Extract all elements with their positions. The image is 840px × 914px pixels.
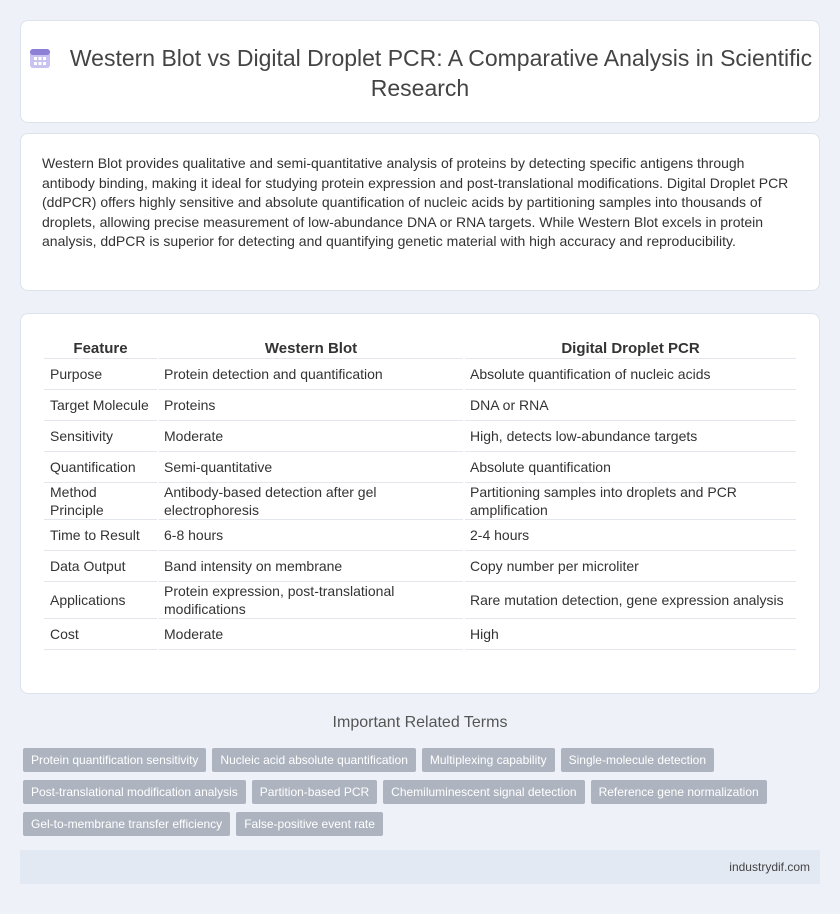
western-blot-cell: Protein detection and quantification [159,359,463,390]
ddpcr-cell: DNA or RNA [465,390,796,421]
western-blot-cell: Semi-quantitative [159,452,463,483]
related-terms-list: Protein quantification sensitivity Nucle… [23,748,813,836]
related-term-tag[interactable]: Post-translational modification analysis [23,780,246,804]
feature-cell: Time to Result [44,520,157,551]
ddpcr-cell: 2-4 hours [465,520,796,551]
footer-site-link[interactable]: industrydif.com [729,860,810,874]
ddpcr-cell: High [465,619,796,650]
page-title-text: Western Blot vs Digital Droplet PCR: A C… [69,45,813,101]
comparison-card: Feature Western Blot Digital Droplet PCR… [20,313,820,694]
related-term-tag[interactable]: Partition-based PCR [251,780,378,804]
related-term-tag[interactable]: Reference gene normalization [590,780,767,804]
summary-text: Western Blot provides qualitative and se… [42,155,789,249]
western-blot-cell: Protein expression, post-translational m… [159,582,463,619]
calendar-grid-icon [29,49,50,68]
western-blot-cell: Proteins [159,390,463,421]
table-row: Method Principle Antibody-based detectio… [44,483,796,520]
related-terms-heading: Important Related Terms [332,714,508,731]
comparison-table: Feature Western Blot Digital Droplet PCR… [42,333,798,650]
table-row: Target Molecule Proteins DNA or RNA [44,390,796,421]
feature-cell: Cost [44,619,157,650]
related-term-tag[interactable]: Protein quantification sensitivity [23,748,207,772]
table-row: Quantification Semi-quantitative Absolut… [44,452,796,483]
table-row: Sensitivity Moderate High, detects low-a… [44,421,796,452]
table-header-row: Feature Western Blot Digital Droplet PCR [44,333,796,359]
feature-cell: Purpose [44,359,157,390]
table-row: Purpose Protein detection and quantifica… [44,359,796,390]
related-term-tag[interactable]: False-positive event rate [236,812,383,836]
western-blot-cell: Moderate [159,421,463,452]
ddpcr-cell: Absolute quantification [465,452,796,483]
table-row: Time to Result 6-8 hours 2-4 hours [44,520,796,551]
related-term-tag[interactable]: Nucleic acid absolute quantification [212,748,416,772]
related-term-tag[interactable]: Chemiluminescent signal detection [383,780,585,804]
summary-card: Western Blot provides qualitative and se… [20,133,820,291]
feature-cell: Target Molecule [44,390,157,421]
ddpcr-cell: Absolute quantification of nucleic acids [465,359,796,390]
western-blot-cell: Moderate [159,619,463,650]
footer: industrydif.com [20,850,820,884]
header-card: Western Blot vs Digital Droplet PCR: A C… [20,20,820,123]
ddpcr-cell: High, detects low-abundance targets [465,421,796,452]
feature-cell: Data Output [44,551,157,582]
ddpcr-cell: Partitioning samples into droplets and P… [465,483,796,520]
western-blot-cell: Band intensity on membrane [159,551,463,582]
western-blot-cell: 6-8 hours [159,520,463,551]
column-header-western-blot: Western Blot [159,333,463,359]
feature-cell: Sensitivity [44,421,157,452]
feature-cell: Method Principle [44,483,157,520]
ddpcr-cell: Copy number per microliter [465,551,796,582]
column-header-feature: Feature [44,333,157,359]
related-term-tag[interactable]: Single-molecule detection [560,748,715,772]
related-term-tag[interactable]: Multiplexing capability [421,748,555,772]
feature-cell: Quantification [44,452,157,483]
table-row: Applications Protein expression, post-tr… [44,582,796,619]
western-blot-cell: Antibody-based detection after gel elect… [159,483,463,520]
table-row: Data Output Band intensity on membrane C… [44,551,796,582]
ddpcr-cell: Rare mutation detection, gene expression… [465,582,796,619]
page-title: Western Blot vs Digital Droplet PCR: A C… [21,43,819,103]
related-term-tag[interactable]: Gel-to-membrane transfer efficiency [23,812,231,836]
table-row: Cost Moderate High [44,619,796,650]
column-header-ddpcr: Digital Droplet PCR [465,333,796,359]
feature-cell: Applications [44,582,157,619]
